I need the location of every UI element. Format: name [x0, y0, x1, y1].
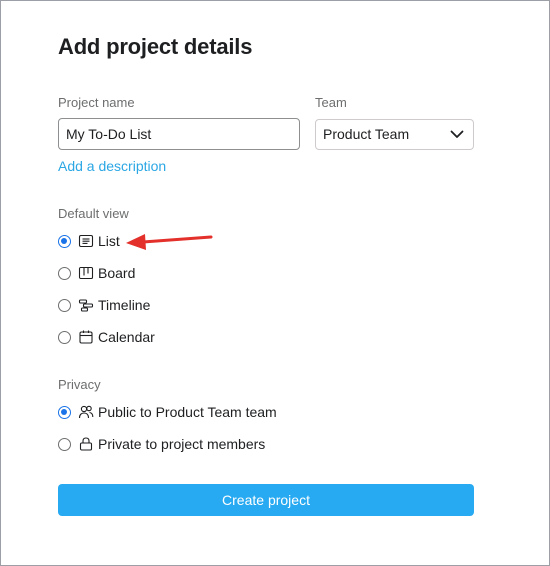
default-view-label: Default view: [58, 206, 129, 221]
view-option-label: Timeline: [98, 297, 151, 313]
project-name-input[interactable]: [58, 118, 300, 150]
team-select[interactable]: Product Team: [315, 119, 474, 150]
chevron-down-icon: [450, 130, 464, 138]
radio-button[interactable]: [58, 298, 71, 312]
privacy-option-label: Private to project members: [98, 436, 266, 452]
dialog-title: Add project details: [58, 34, 253, 59]
board-icon: [78, 265, 94, 281]
view-option-calendar[interactable]: Calendar: [58, 327, 155, 347]
privacy-label: Privacy: [58, 377, 101, 392]
privacy-option-private[interactable]: Private to project members: [58, 434, 265, 454]
radio-button[interactable]: [58, 266, 71, 280]
team-select-value: Product Team: [323, 126, 410, 142]
view-option-timeline[interactable]: Timeline: [58, 295, 150, 315]
radio-button[interactable]: [58, 405, 71, 419]
view-option-label: Board: [98, 265, 136, 281]
project-name-label: Project name: [58, 95, 135, 110]
radio-button[interactable]: [58, 330, 71, 344]
people-icon: [78, 404, 94, 420]
radio-button[interactable]: [58, 234, 71, 248]
list-icon: [78, 233, 94, 249]
view-option-board[interactable]: Board: [58, 263, 135, 283]
radio-button[interactable]: [58, 437, 71, 451]
privacy-option-label: Public to Product Team team: [98, 404, 277, 420]
privacy-option-public[interactable]: Public to Product Team team: [58, 402, 277, 422]
lock-icon: [78, 436, 94, 452]
view-option-label: Calendar: [98, 329, 155, 345]
dialog-frame: [0, 0, 550, 566]
red-arrow-icon: [126, 234, 213, 250]
create-project-button[interactable]: Create project: [58, 484, 474, 516]
team-label: Team: [315, 95, 347, 110]
add-description-link[interactable]: Add a description: [58, 158, 166, 174]
view-option-label: List: [98, 233, 120, 249]
calendar-icon: [78, 329, 94, 345]
timeline-icon: [78, 297, 94, 313]
view-option-list[interactable]: List: [58, 231, 120, 251]
